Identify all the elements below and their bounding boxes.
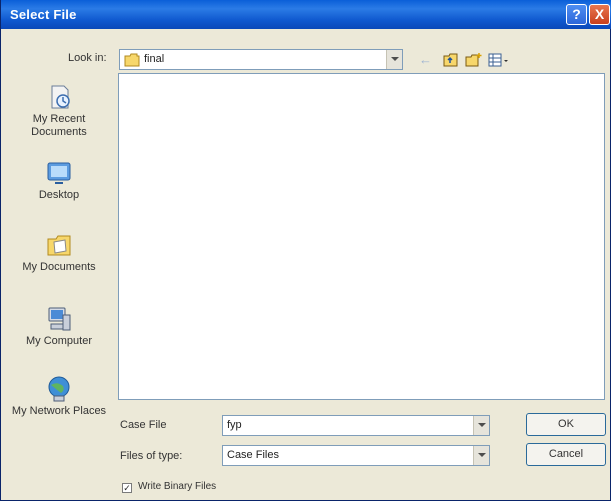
- places-bar: My Recent Documents Desktop My Documents: [11, 77, 107, 463]
- place-label: Desktop: [38, 189, 80, 201]
- chevron-down-icon[interactable]: [386, 50, 402, 69]
- place-my-documents[interactable]: My Documents: [11, 231, 107, 274]
- title-bar[interactable]: Select File ? X: [1, 0, 611, 29]
- help-button[interactable]: ?: [566, 4, 587, 25]
- place-network-places[interactable]: My Network Places: [11, 375, 107, 418]
- view-menu-icon[interactable]: [488, 52, 510, 68]
- recent-documents-icon: [51, 85, 70, 109]
- new-folder-icon[interactable]: [465, 52, 483, 68]
- look-in-label: Look in:: [68, 52, 107, 64]
- up-folder-icon[interactable]: [443, 52, 459, 68]
- place-desktop[interactable]: Desktop: [11, 159, 107, 202]
- cancel-button[interactable]: Cancel: [526, 443, 606, 466]
- files-of-type-label: Files of type:: [120, 450, 183, 462]
- case-file-label: Case File: [120, 419, 167, 431]
- look-in-value: final: [144, 53, 165, 65]
- close-button[interactable]: X: [589, 4, 610, 25]
- dialog-title: Select File: [10, 7, 77, 22]
- files-of-type-value: Case Files: [227, 449, 279, 461]
- chevron-down-icon[interactable]: [473, 416, 489, 435]
- case-file-input[interactable]: fyp: [222, 415, 490, 436]
- files-of-type-select[interactable]: Case Files: [222, 445, 490, 466]
- place-label: My Recent Documents: [31, 113, 87, 138]
- chevron-down-icon[interactable]: [473, 446, 489, 465]
- my-documents-icon: [47, 235, 71, 256]
- select-file-dialog: Select File ? X Look in: final ← My Rece…: [0, 0, 611, 501]
- place-label: My Documents: [22, 261, 96, 273]
- network-places-icon: [48, 376, 70, 402]
- look-in-select[interactable]: final: [119, 49, 403, 70]
- write-binary-checkbox[interactable]: ✓: [122, 483, 132, 493]
- place-recent-documents[interactable]: My Recent Documents: [11, 83, 107, 139]
- desktop-icon: [47, 162, 71, 184]
- place-label: My Network Places: [11, 405, 107, 417]
- ok-button[interactable]: OK: [526, 413, 606, 436]
- back-icon[interactable]: ←: [419, 52, 432, 67]
- file-list[interactable]: [118, 73, 605, 400]
- my-computer-icon: [48, 307, 71, 331]
- folder-icon: [124, 53, 140, 67]
- write-binary-label: Write Binary Files: [138, 481, 217, 492]
- place-my-computer[interactable]: My Computer: [11, 305, 107, 348]
- place-label: My Computer: [25, 335, 93, 347]
- case-file-value: fyp: [227, 419, 242, 431]
